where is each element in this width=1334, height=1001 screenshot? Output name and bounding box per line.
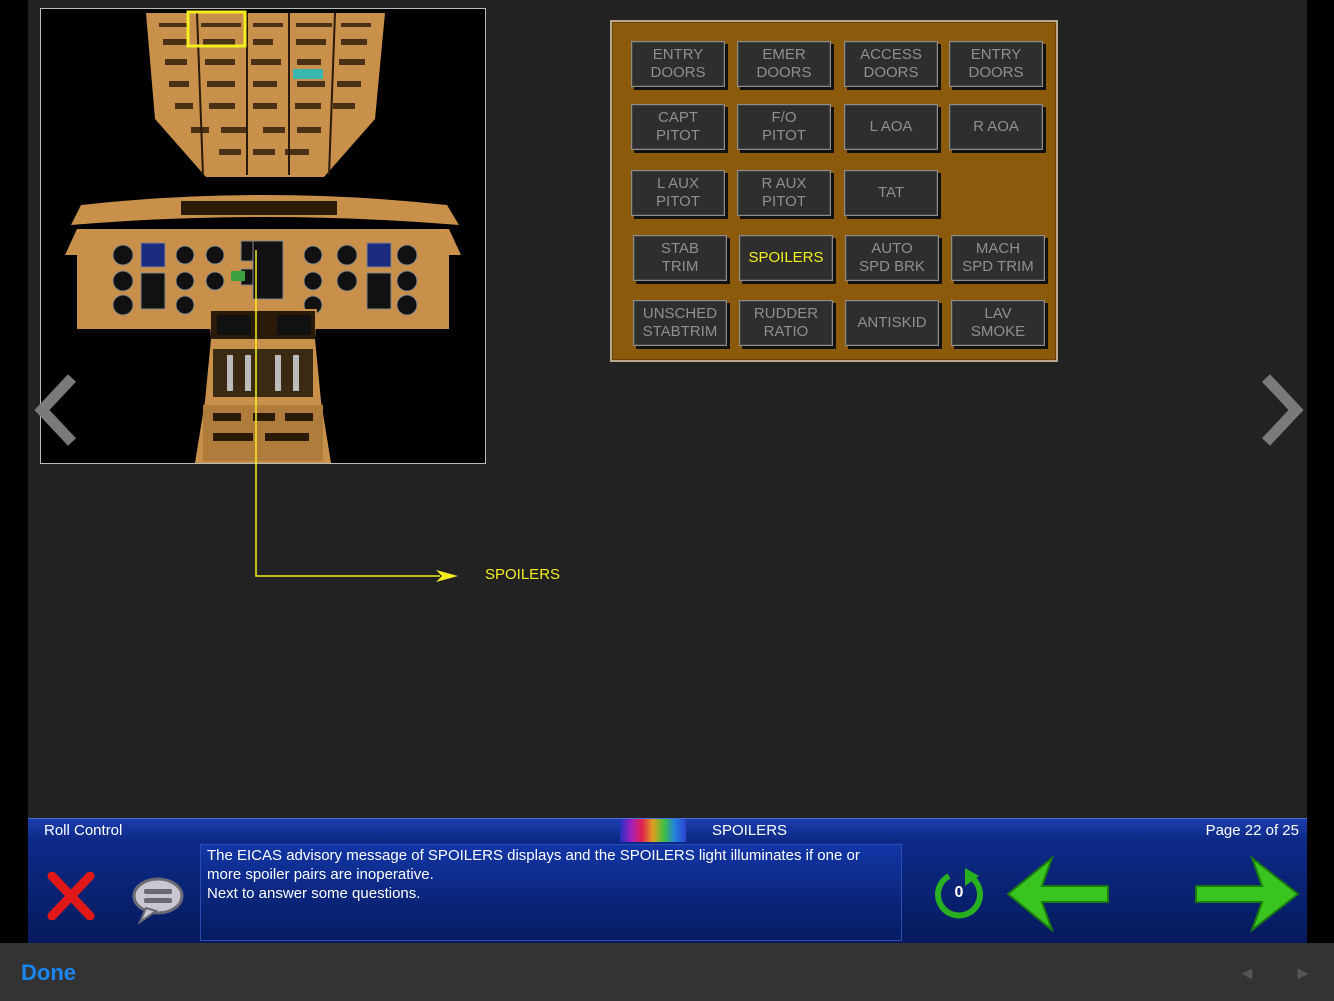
annunciator-auto-spd-brk[interactable]: AUTO SPD BRK xyxy=(845,235,939,281)
close-x-icon[interactable] xyxy=(46,871,96,921)
viewer-toolbar: Done ◄ ► xyxy=(0,943,1334,1001)
toolbar-next-icon[interactable]: ► xyxy=(1294,963,1312,984)
page-indicator: Page 22 of 25 xyxy=(1205,822,1299,839)
arrow-right-icon[interactable] xyxy=(1194,855,1300,933)
left-margin xyxy=(0,0,28,943)
annunciator-spoilers[interactable]: SPOILERS xyxy=(739,235,833,281)
control-bar: The EICAS advisory message of SPOILERS d… xyxy=(28,842,1307,943)
annunciator-rudder-ratio[interactable]: RUDDER RATIO xyxy=(739,300,833,346)
speech-bubble-icon[interactable] xyxy=(130,876,186,925)
narration-line-1: The EICAS advisory message of SPOILERS d… xyxy=(207,847,860,883)
annunciator-r-aux-pitot[interactable]: R AUX PITOT xyxy=(737,170,831,216)
annunciator-fo-pitot[interactable]: F/O PITOT xyxy=(737,104,831,150)
annunciator-capt-pitot[interactable]: CAPT PITOT xyxy=(631,104,725,150)
lesson-status-bar: Roll Control SPOILERS Page 22 of 25 xyxy=(28,818,1307,843)
done-button[interactable]: Done xyxy=(21,960,76,986)
color-spectrum-logo xyxy=(620,819,686,843)
callout-label: SPOILERS xyxy=(485,566,561,583)
annunciator-stab-trim[interactable]: STAB TRIM xyxy=(633,235,727,281)
annunciator-l-aux-pitot[interactable]: L AUX PITOT xyxy=(631,170,725,216)
replay-count: 0 xyxy=(954,884,964,901)
topic-title: SPOILERS xyxy=(712,822,788,839)
toolbar-prev-icon[interactable]: ◄ xyxy=(1238,963,1256,984)
prev-slide-chevron-icon[interactable] xyxy=(32,372,80,448)
annunciator-entry-doors-left[interactable]: ENTRY DOORS xyxy=(631,41,725,87)
lesson-title: Roll Control xyxy=(44,822,123,839)
annunciator-r-aoa[interactable]: R AOA xyxy=(949,104,1043,150)
narration-text-box: The EICAS advisory message of SPOILERS d… xyxy=(200,844,902,941)
annunciator-mach-spd-trim[interactable]: MACH SPD TRIM xyxy=(951,235,1045,281)
narration-line-2: Next to answer some questions. xyxy=(207,885,421,902)
right-margin xyxy=(1307,0,1334,943)
annunciator-tat[interactable]: TAT xyxy=(844,170,938,216)
annunciator-l-aoa[interactable]: L AOA xyxy=(844,104,938,150)
arrow-left-icon[interactable] xyxy=(1006,854,1110,934)
replay-icon[interactable]: 0 xyxy=(931,866,987,922)
annunciator-unsched-stabtrim[interactable]: UNSCHED STABTRIM xyxy=(633,300,727,346)
annunciator-lav-smoke[interactable]: LAV SMOKE xyxy=(951,300,1045,346)
annunciator-panel: ENTRY DOORS EMER DOORS ACCESS DOORS ENTR… xyxy=(610,20,1058,362)
annunciator-entry-doors-right[interactable]: ENTRY DOORS xyxy=(949,41,1043,87)
next-slide-chevron-icon[interactable] xyxy=(1258,372,1306,448)
cockpit-image xyxy=(40,8,486,464)
annunciator-access-doors[interactable]: ACCESS DOORS xyxy=(844,41,938,87)
annunciator-antiskid[interactable]: ANTISKID xyxy=(845,300,939,346)
annunciator-emer-doors[interactable]: EMER DOORS xyxy=(737,41,831,87)
